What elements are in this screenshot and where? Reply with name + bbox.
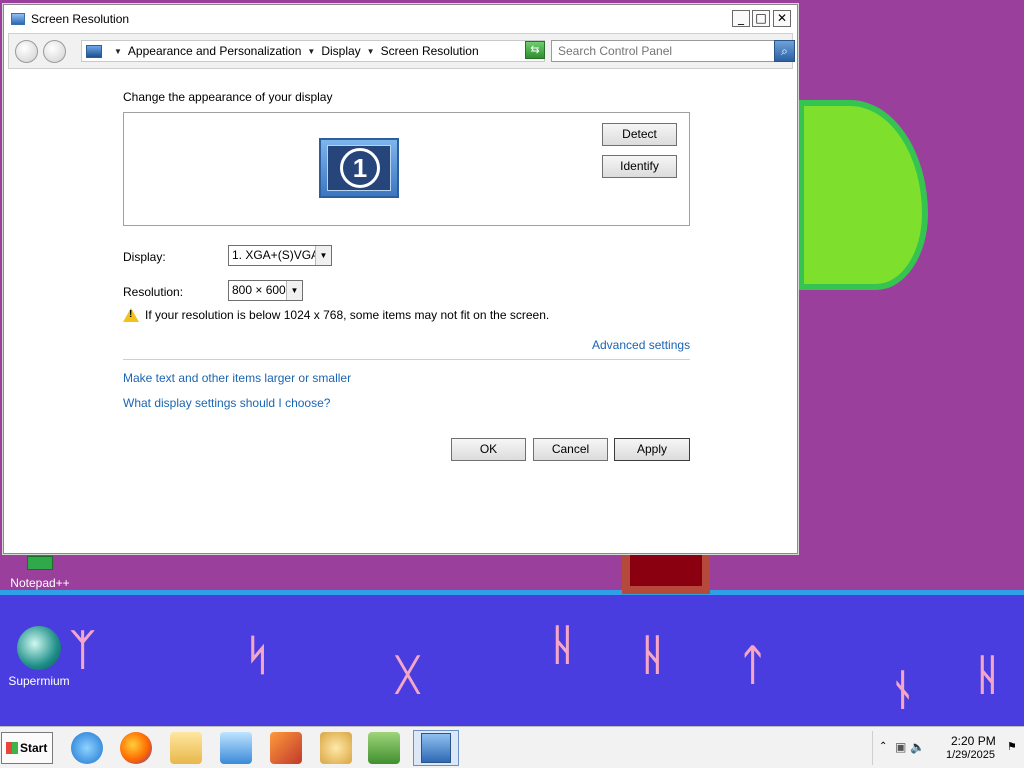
resolution-select-value: 800 × 600 [232,283,286,297]
minimize-button[interactable]: _ [732,10,750,27]
wallpaper-glyph: ᚾ [890,665,916,714]
wallpaper-glyph: ᚺ [975,650,1001,699]
desktop-icon-supermium[interactable]: Supermium [4,626,74,688]
chevron-down-icon[interactable]: ▼ [315,246,331,265]
breadcrumb-display[interactable]: Display [321,44,360,58]
monitor-1-icon[interactable]: 1 [319,138,399,198]
taskbar: Start ⌃ ▣🔈 2:20 PM 1/29/2025 ⚑ [0,726,1024,768]
start-button[interactable]: Start [1,732,53,764]
chevron-down-icon[interactable]: ▼ [114,47,122,56]
title-bar[interactable]: Screen Resolution _ □ ✕ [4,5,797,32]
forward-button[interactable] [43,40,66,63]
supermium-icon [17,626,61,670]
monitor-arrangement-panel: 1 Detect Identify [123,112,690,226]
display-select-value: 1. XGA+(S)VGA [232,248,320,262]
window-title: Screen Resolution [31,11,130,26]
breadcrumb[interactable]: ▼ Appearance and Personalization ▼ Displ… [81,40,545,62]
paint-palette-icon[interactable] [320,732,352,764]
warning-icon [123,308,139,322]
detect-button[interactable]: Detect [602,123,677,146]
internet-explorer-icon[interactable] [71,732,103,764]
resolution-select[interactable]: 800 × 600 ▼ [228,280,303,301]
clock-date[interactable]: 1/29/2025 [946,749,995,761]
resolution-warning: If your resolution is below 1024 x 768, … [123,308,549,322]
display-label: Display: [123,250,166,264]
desktop-icon-notepadpp[interactable]: Notepad++ [5,556,75,590]
wallpaper-lake [0,590,1024,726]
text-size-link[interactable]: Make text and other items larger or smal… [123,371,351,385]
notification-icon[interactable]: ⚑ [1007,740,1017,753]
desktop: ᛉ ᛋ ᚷ ᚺ ᚺ ᛏ ᚾ ᚺ Notepad++ Supermium Scre… [0,0,1024,726]
breadcrumb-screen-resolution[interactable]: Screen Resolution [381,44,479,58]
resolution-label: Resolution: [123,285,184,299]
apply-button[interactable]: Apply [614,438,690,461]
close-button[interactable]: ✕ [773,10,791,27]
display-help-link[interactable]: What display settings should I choose? [123,396,330,410]
address-bar: ▼ Appearance and Personalization ▼ Displ… [8,33,795,69]
media-player-icon[interactable] [220,732,252,764]
paint-brush-icon[interactable] [270,732,302,764]
back-button[interactable] [15,40,38,63]
monitor-number: 1 [340,148,380,188]
control-panel-icon [86,44,102,58]
wallpaper-glyph: ᚺ [640,630,666,679]
cancel-button[interactable]: Cancel [533,438,608,461]
show-hidden-icons-icon[interactable]: ⌃ [879,741,887,752]
windows-logo-icon [6,742,18,754]
maximize-button[interactable]: □ [752,10,770,27]
display-settings-icon [421,733,451,763]
display-select[interactable]: 1. XGA+(S)VGA ▼ [228,245,332,266]
page-heading: Change the appearance of your display [123,90,333,104]
main-content: Change the appearance of your display 1 … [4,71,797,555]
file-explorer-icon[interactable] [170,732,202,764]
clock-time[interactable]: 2:20 PM [951,734,996,748]
advanced-settings-link[interactable]: Advanced settings [592,338,690,352]
wallpaper-glyph: ᛏ [740,640,766,689]
wallpaper-glyph: ᛋ [245,630,271,679]
tray-status-icons[interactable]: ▣🔈 [895,740,929,754]
warning-text: If your resolution is below 1024 x 768, … [145,308,550,322]
taskbar-active-window[interactable] [413,730,459,766]
chevron-down-icon[interactable]: ▼ [307,47,315,56]
wallpaper-chimney [622,554,710,594]
identify-button[interactable]: Identify [602,155,677,178]
ok-button[interactable]: OK [451,438,526,461]
refresh-button[interactable]: ⇆ [525,41,545,59]
breadcrumb-appearance[interactable]: Appearance and Personalization [128,44,301,58]
divider [123,359,690,360]
network-users-icon[interactable] [368,732,400,764]
chevron-down-icon[interactable]: ▼ [367,47,375,56]
wallpaper-glyph: ᚷ [395,650,421,699]
wallpaper-glyph: ᚺ [550,620,576,669]
screen-resolution-window: Screen Resolution _ □ ✕ ▼ Appearance and… [3,4,798,554]
chevron-down-icon[interactable]: ▼ [286,281,302,300]
wallpaper-leaf [798,100,928,290]
firefox-icon[interactable] [120,732,152,764]
system-tray: ⌃ ▣🔈 2:20 PM 1/29/2025 ⚑ [872,731,1024,765]
search-icon[interactable]: ⌕ [774,40,795,62]
start-label: Start [20,741,48,755]
notepadpp-icon [27,556,53,570]
search-input[interactable] [551,40,775,62]
control-panel-icon [11,12,25,25]
